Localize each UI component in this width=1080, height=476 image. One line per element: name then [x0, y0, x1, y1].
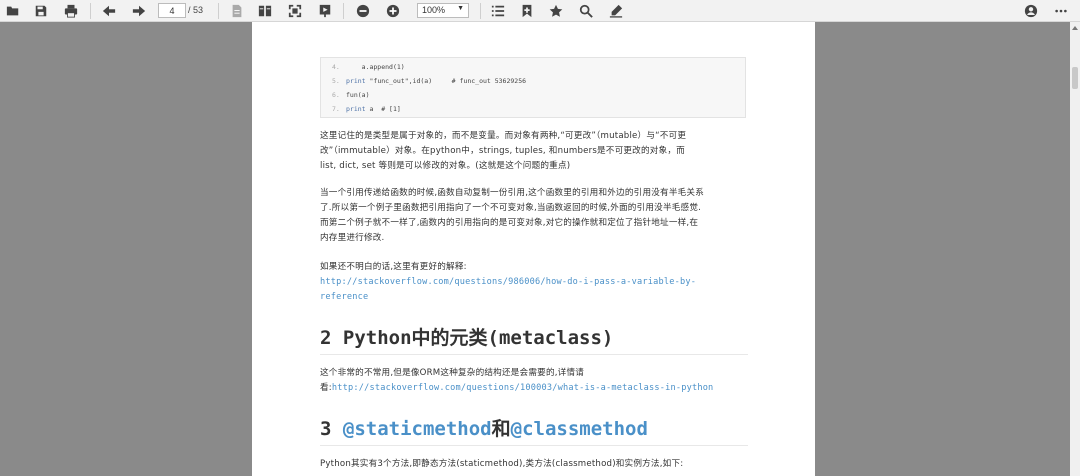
heading-staticmethod-classmethod: 3 @staticmethod和@classmethod — [320, 414, 748, 446]
page-number-input[interactable] — [158, 3, 186, 18]
page-total: / 53 — [188, 5, 204, 15]
heading-metaclass: 2 Python中的元类(metaclass) — [320, 323, 748, 355]
arrow-right-icon[interactable] — [130, 2, 148, 20]
stackoverflow-link-pass-variable[interactable]: http://stackoverflow.com/questions/98600… — [320, 277, 696, 302]
code-line: a.append(1) — [346, 63, 405, 71]
zoom-value: 100% — [422, 5, 446, 15]
code-line: print a # [1] — [346, 105, 401, 113]
paragraph-reference: 当一个引用传递给函数的时候,函数自动复制一份引用,这个函数里的引用和外边的引用没… — [320, 188, 704, 243]
document-page: 4. a.append(1) 5. print "func_out",id(a)… — [252, 22, 815, 476]
line-number: 4. — [332, 63, 340, 71]
single-page-icon[interactable] — [228, 2, 246, 20]
line-number: 7. — [332, 105, 340, 113]
fit-page-icon[interactable] — [286, 2, 304, 20]
toolbar: / 53 100% ▼ — [0, 0, 1080, 22]
star-icon[interactable] — [547, 2, 565, 20]
line-number: 6. — [332, 91, 340, 99]
paragraph-more-info: 如果还不明白的话,这里有更好的解释: http://stackoverflow.… — [320, 262, 697, 302]
two-page-icon[interactable] — [256, 2, 274, 20]
chevron-down-icon: ▼ — [457, 5, 464, 12]
vertical-scrollbar[interactable] — [1070, 22, 1080, 476]
stackoverflow-link-metaclass[interactable]: http://stackoverflow.com/questions/10000… — [332, 383, 714, 393]
code-block: 4. a.append(1) 5. print "func_out",id(a)… — [320, 57, 746, 118]
code-line: print "func_out",id(a) # func_out 536292… — [346, 77, 527, 85]
zoom-select[interactable]: 100% ▼ — [417, 3, 469, 18]
scroll-thumb[interactable] — [1072, 67, 1078, 89]
presentation-icon[interactable] — [316, 2, 334, 20]
folder-open-icon[interactable] — [4, 2, 22, 20]
print-icon[interactable] — [62, 2, 80, 20]
more-icon[interactable] — [1052, 2, 1070, 20]
zoom-out-icon[interactable] — [354, 2, 372, 20]
zoom-in-icon[interactable] — [384, 2, 402, 20]
list-icon[interactable] — [489, 2, 507, 20]
paragraph-methods: Python其实有3个方法,即静态方法(staticmethod),类方法(cl… — [320, 459, 684, 469]
line-number: 5. — [332, 77, 340, 85]
bookmark-add-icon[interactable] — [518, 2, 536, 20]
scroll-up-icon[interactable] — [1072, 26, 1078, 30]
paragraph-mutability: 这里记住的是类型是属于对象的，而不是变量。而对象有两种,“可更改”（mutabl… — [320, 131, 687, 171]
code-line: fun(a) — [346, 91, 370, 99]
arrow-left-icon[interactable] — [100, 2, 118, 20]
search-icon[interactable] — [577, 2, 595, 20]
pen-icon[interactable] — [607, 2, 625, 20]
paragraph-metaclass: 这个非常的不常用,但是像ORM这种复杂的结构还是会需要的,详情请 看:http:… — [320, 368, 714, 393]
save-icon[interactable] — [32, 2, 50, 20]
user-icon[interactable] — [1022, 2, 1040, 20]
